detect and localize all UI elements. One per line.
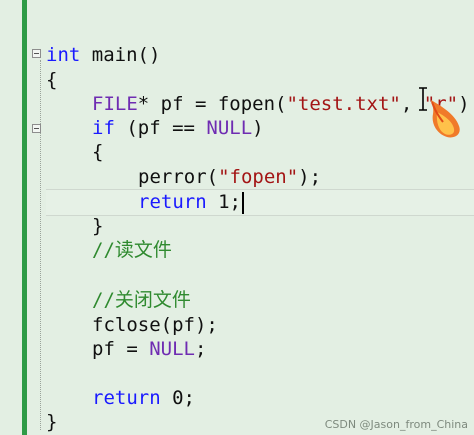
code-editor[interactable]: int main() { FILE* pf = fopen("test.txt"… bbox=[0, 0, 474, 435]
watermark: CSDN @Jason_from_China bbox=[324, 418, 468, 431]
code-text: * pf = fopen( bbox=[137, 93, 287, 115]
code-line-8[interactable]: } bbox=[92, 214, 103, 238]
code-line-16[interactable]: } bbox=[46, 410, 57, 434]
code-text: } bbox=[92, 215, 104, 237]
code-line-7[interactable]: return 1; bbox=[138, 190, 241, 214]
macro: NULL bbox=[149, 338, 195, 360]
code-text: ) bbox=[252, 117, 264, 139]
code-line-4[interactable]: if (pf == NULL) bbox=[92, 116, 264, 140]
code-text: pf = bbox=[92, 338, 150, 360]
code-line-3[interactable]: FILE* pf = fopen("test.txt", "r") bbox=[92, 92, 470, 116]
code-line-5[interactable]: { bbox=[92, 140, 103, 164]
code-text: ; bbox=[194, 338, 207, 360]
comment: //读文件 bbox=[92, 239, 172, 261]
collapse-main-icon[interactable] bbox=[32, 49, 41, 58]
outline-guide bbox=[40, 60, 41, 430]
code-text: { bbox=[46, 69, 58, 91]
code-text: perror( bbox=[138, 166, 219, 188]
code-text: main() bbox=[80, 44, 161, 66]
code-line-2[interactable]: { bbox=[46, 68, 57, 92]
code-line-6[interactable]: perror("fopen"); bbox=[138, 165, 321, 189]
keyword: int bbox=[46, 44, 81, 66]
code-line-11[interactable]: //关闭文件 bbox=[92, 288, 191, 312]
keyword: if bbox=[92, 117, 115, 139]
change-tracking-bar bbox=[22, 0, 27, 435]
flame-pointer-icon bbox=[431, 100, 460, 138]
code-text: { bbox=[92, 141, 104, 163]
code-text: 1; bbox=[206, 191, 241, 213]
code-line-9[interactable]: //读文件 bbox=[92, 238, 172, 262]
macro: FILE bbox=[92, 93, 138, 115]
code-text: 0; bbox=[160, 387, 195, 409]
macro: NULL bbox=[206, 117, 253, 139]
code-text: (pf == bbox=[114, 117, 207, 139]
collapse-if-icon[interactable] bbox=[32, 124, 41, 133]
keyword: return bbox=[92, 387, 161, 409]
keyword: return bbox=[138, 191, 207, 213]
code-line-15[interactable]: return 0; bbox=[92, 386, 195, 410]
string-literal: "fopen" bbox=[218, 166, 299, 188]
code-text: ); bbox=[298, 166, 322, 188]
current-line-highlight bbox=[46, 189, 474, 216]
code-line-13[interactable]: pf = NULL; bbox=[92, 337, 206, 361]
code-text: } bbox=[46, 411, 58, 433]
code-text: fclose(pf); bbox=[92, 314, 218, 336]
string-literal: "test.txt" bbox=[286, 93, 401, 115]
code-line-12[interactable]: fclose(pf); bbox=[92, 313, 218, 337]
code-line-1[interactable]: int main() bbox=[46, 43, 160, 67]
comment: //关闭文件 bbox=[92, 289, 191, 311]
text-caret bbox=[242, 192, 244, 214]
